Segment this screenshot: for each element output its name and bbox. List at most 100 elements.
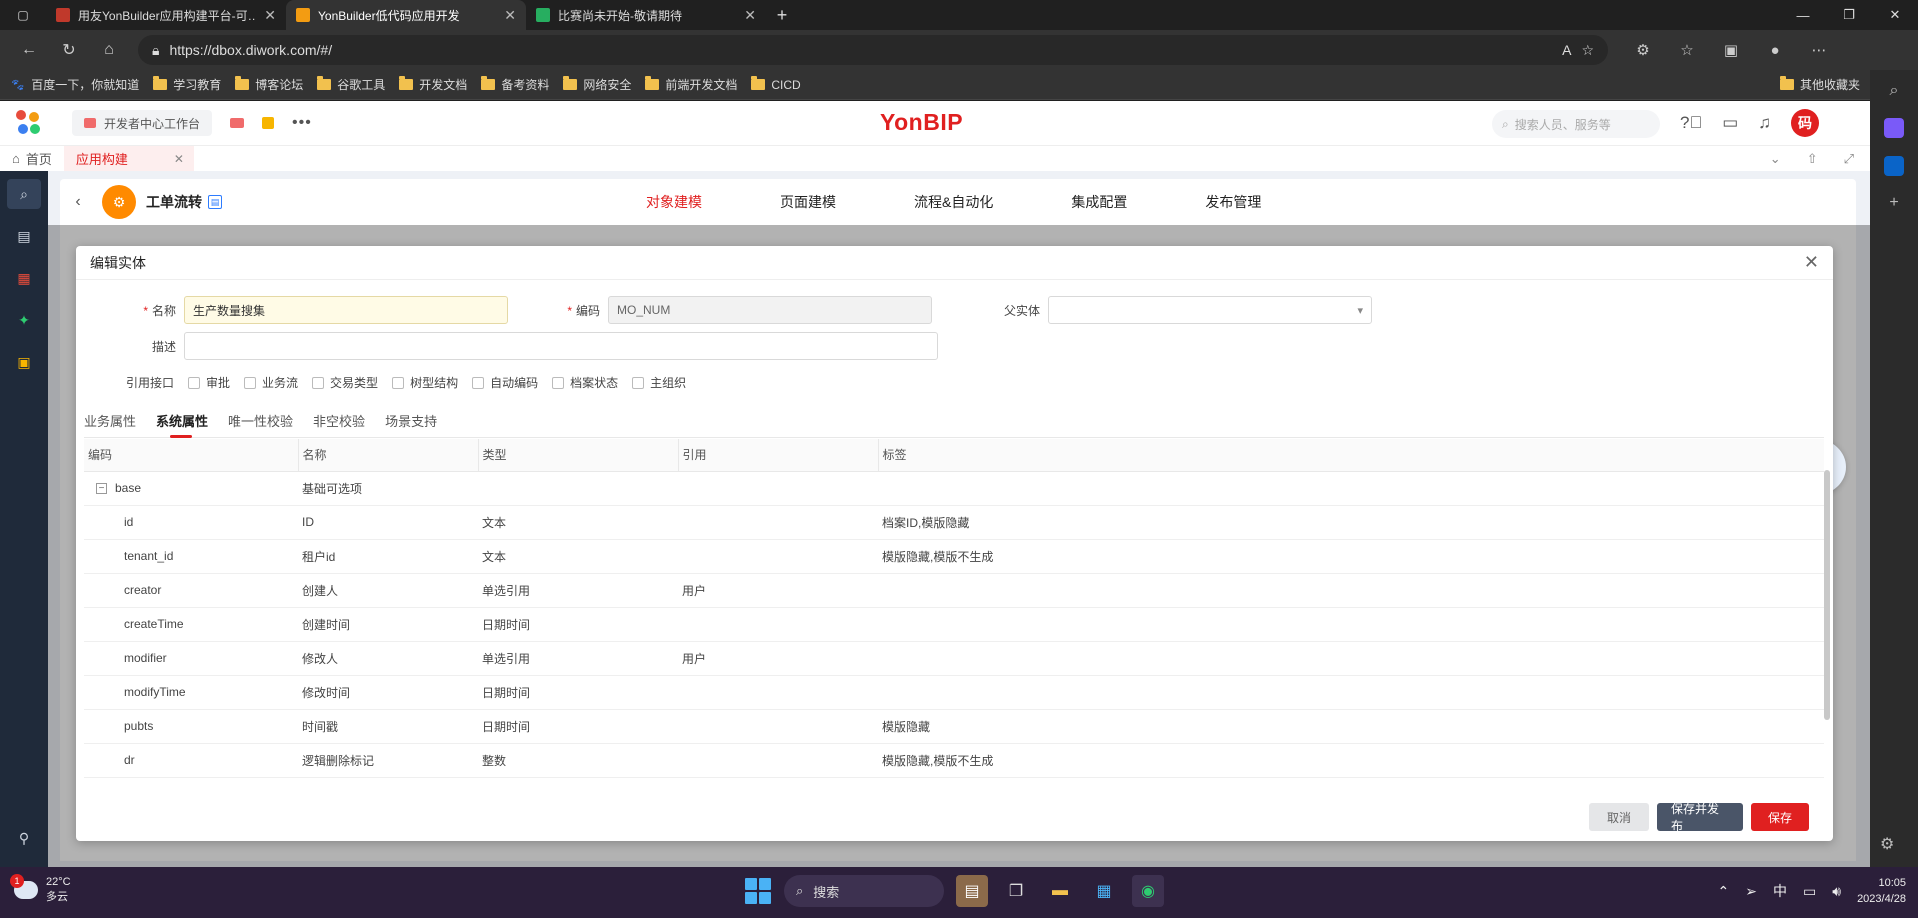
nav-object-modeling[interactable]: 对象建模 <box>646 179 736 225</box>
search-icon[interactable]: ⌕ <box>7 179 41 209</box>
clock[interactable]: 10:05 2023/4/28 <box>1857 875 1906 907</box>
tab-home[interactable]: ⌂ 首页 <box>0 146 64 171</box>
outlook-icon[interactable] <box>1884 156 1904 176</box>
pin-icon[interactable]: ⚲ <box>7 823 41 853</box>
save-publish-button[interactable]: 保存并发布 <box>1657 802 1743 833</box>
copilot-icon[interactable] <box>1884 118 1904 138</box>
save-button[interactable]: 保存 <box>1751 803 1809 831</box>
browser-tab-2[interactable]: YonBuilder低代码应用开发 ✕ <box>286 0 526 30</box>
tab-not-null-check[interactable]: 非空校验 <box>313 411 375 437</box>
column-header[interactable]: 名称 <box>298 439 479 472</box>
upload-icon[interactable]: ⇧ <box>1807 151 1818 167</box>
volume-icon[interactable]: 🔊︎ <box>1832 883 1841 900</box>
url-input[interactable]: 🔒︎ https://dbox.diwork.com/#/ A ☆ <box>138 35 1608 65</box>
mail-icon[interactable] <box>230 118 245 128</box>
nav-process-automation[interactable]: 流程&自动化 <box>914 179 1027 225</box>
tab-business-attributes[interactable]: 业务属性 <box>84 411 146 437</box>
scrollbar[interactable] <box>1824 470 1830 720</box>
browser-tab-3[interactable]: 比赛尚未开始-敬请期待 ✕ <box>526 0 766 30</box>
note-icon[interactable] <box>262 117 275 129</box>
app-logo-icon[interactable] <box>16 110 42 136</box>
collections-icon[interactable]: ▣ <box>1712 35 1750 65</box>
task-view-icon[interactable]: ❐ <box>1000 875 1032 907</box>
nav-publish[interactable]: 发布管理 <box>1205 179 1295 225</box>
plugin-icon[interactable]: ✦ <box>7 305 41 335</box>
tab-scene-support[interactable]: 场景支持 <box>385 411 447 437</box>
home-icon[interactable]: ⌂ <box>92 35 126 65</box>
bookmark-folder[interactable]: CICD <box>751 76 801 92</box>
more-icon[interactable]: ••• <box>292 114 312 132</box>
close-icon[interactable]: ✕ <box>264 7 276 24</box>
bookmark-folder[interactable]: 博客论坛 <box>235 76 303 93</box>
chevron-left-icon[interactable]: ‹ <box>60 193 96 211</box>
avatar[interactable]: 码 <box>1791 109 1820 137</box>
network-icon[interactable]: ▭ <box>1803 883 1816 900</box>
badge-icon[interactable]: ▣ <box>7 347 41 377</box>
ime-indicator[interactable]: 中 <box>1773 881 1787 901</box>
refresh-icon[interactable]: ↻ <box>52 35 86 65</box>
column-header[interactable]: 编码 <box>84 439 299 472</box>
checkbox-business-flow[interactable]: 业务流 <box>244 374 298 391</box>
chevron-down-icon[interactable]: ⌄ <box>1770 151 1781 167</box>
favorite-star-icon[interactable]: ☆ <box>1581 42 1594 59</box>
table-row[interactable]: tenant_id 租户id 文本 模版隐藏,模版不生成 <box>84 539 1824 574</box>
bookmark-folder[interactable]: 前端开发文档 <box>645 76 737 93</box>
chevron-up-icon[interactable]: ⌃ <box>1718 883 1730 900</box>
checkbox-archive-status[interactable]: 档案状态 <box>552 374 618 391</box>
app-grid-icon[interactable]: ▦ <box>7 263 41 293</box>
collapse-icon[interactable]: − <box>96 483 107 495</box>
description-input[interactable] <box>184 332 938 360</box>
more-icon[interactable]: ⋯ <box>1800 35 1838 65</box>
tab-app-build[interactable]: 应用构建 ✕ <box>63 146 194 171</box>
bookmark-folder[interactable]: 开发文档 <box>399 76 467 93</box>
close-window-icon[interactable]: ✕ <box>1872 0 1918 30</box>
cancel-button[interactable]: 取消 <box>1589 803 1649 831</box>
table-row[interactable]: modifier 修改人 单选引用 用户 <box>84 641 1824 676</box>
column-header[interactable]: 类型 <box>478 439 679 472</box>
taskbar-search[interactable]: ⌕ 搜索 <box>784 875 944 907</box>
parent-entity-select[interactable]: ▾ <box>1048 296 1372 324</box>
folder-icon[interactable]: ▤ <box>7 221 41 251</box>
favorites-icon[interactable]: ☆ <box>1668 35 1706 65</box>
checkbox-transaction-type[interactable]: 交易类型 <box>312 374 378 391</box>
nav-integration[interactable]: 集成配置 <box>1071 179 1161 225</box>
table-row[interactable]: dr 逻辑删除标记 整数 模版隐藏,模版不生成 <box>84 743 1824 778</box>
workbench-chip[interactable]: 开发者中心工作台 <box>72 110 213 136</box>
profile-icon[interactable]: ● <box>1756 35 1794 65</box>
checkbox-main-org[interactable]: 主组织 <box>632 374 686 391</box>
browser-tab-1[interactable]: 用友YonBuilder应用构建平台-可… ✕ <box>46 0 286 30</box>
name-input[interactable]: 生产数量搜集 <box>184 296 508 324</box>
tab-actions-icon[interactable]: ▢ <box>0 0 46 30</box>
checkbox-tree-structure[interactable]: 树型结构 <box>392 374 458 391</box>
edge-browser-icon[interactable]: ◉ <box>1132 875 1164 907</box>
close-icon[interactable]: ✕ <box>174 152 184 166</box>
table-row[interactable]: createTime 创建时间 日期时间 <box>84 607 1824 642</box>
bookmark-folder[interactable]: 网络安全 <box>563 76 631 93</box>
column-header[interactable]: 引用 <box>678 439 879 472</box>
file-explorer-icon[interactable]: ▬ <box>1044 875 1076 907</box>
tab-uniqueness-check[interactable]: 唯一性校验 <box>228 411 303 437</box>
header-search-input[interactable]: ⌕ 搜索人员、服务等 <box>1492 110 1660 138</box>
column-header[interactable]: 标签 <box>878 439 1824 472</box>
restore-icon[interactable]: ❐ <box>1826 0 1872 30</box>
table-row[interactable]: modifyTime 修改时间 日期时间 <box>84 675 1824 710</box>
checkbox-approval[interactable]: 审批 <box>188 374 230 391</box>
help-icon[interactable]: ?⃝ <box>1680 113 1702 133</box>
checkbox-auto-code[interactable]: 自动编码 <box>472 374 538 391</box>
bookmark-folder[interactable]: 备考资料 <box>481 76 549 93</box>
close-icon[interactable]: ✕ <box>1804 252 1819 273</box>
message-icon[interactable]: ▭ <box>1722 113 1738 133</box>
headset-icon[interactable]: ♫ <box>1758 113 1771 133</box>
table-group-row[interactable]: − base 基础可选项 <box>84 471 1824 506</box>
settings-gear-icon[interactable]: ⚙ <box>1880 834 1894 854</box>
bookmark-folder[interactable]: 学习教育 <box>153 76 221 93</box>
nav-page-modeling[interactable]: 页面建模 <box>780 179 870 225</box>
bookmark-folder[interactable]: 谷歌工具 <box>317 76 385 93</box>
weather-widget[interactable]: 1 22°C 多云 <box>10 874 71 905</box>
add-icon[interactable]: + <box>1889 194 1898 212</box>
minimize-icon[interactable]: — <box>1780 0 1826 30</box>
tab-system-attributes[interactable]: 系统属性 <box>156 411 218 438</box>
table-row[interactable]: creator 创建人 单选引用 用户 <box>84 573 1824 608</box>
bookmark-other-favorites[interactable]: 其他收藏夹 <box>1779 76 1860 93</box>
code-input[interactable]: MO_NUM <box>608 296 932 324</box>
